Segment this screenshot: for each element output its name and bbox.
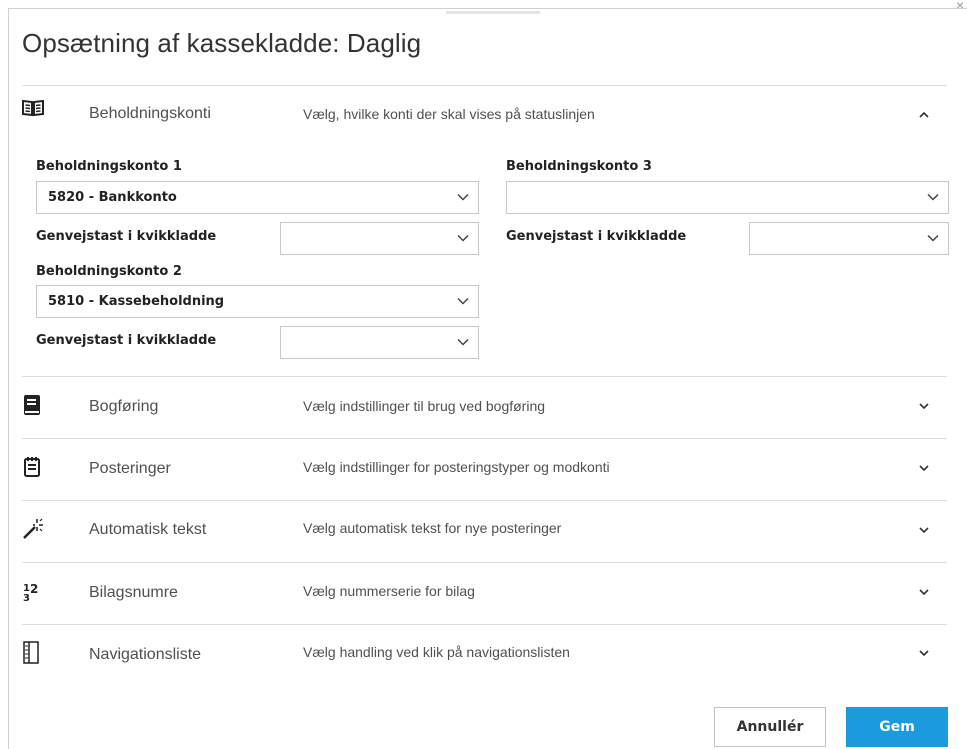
section-posteringer[interactable]: Posteringer Vælg indstillinger for poste… <box>22 452 947 512</box>
chevron-down-icon <box>927 193 939 201</box>
chevron-down-icon <box>457 193 469 201</box>
account3-shortcut-label: Genvejstast i kvikkladde <box>506 229 687 244</box>
divider <box>22 438 947 439</box>
account3-shortcut-select[interactable] <box>749 222 949 255</box>
chevron-down-icon <box>457 338 469 346</box>
drag-handle[interactable] <box>446 11 540 14</box>
list-panel-icon <box>22 641 44 664</box>
numbers-icon: 1 2 3 <box>22 581 44 603</box>
section-navigationsliste[interactable]: Navigationsliste Vælg handling ved klik … <box>22 638 947 698</box>
divider <box>22 85 947 86</box>
section-name: Beholdningskonti <box>89 105 211 122</box>
book-icon <box>22 99 44 121</box>
chevron-down-icon[interactable] <box>917 399 931 413</box>
divider <box>22 624 947 625</box>
account3-select[interactable] <box>506 181 949 214</box>
section-description: Vælg, hvilke konti der skal vises på sta… <box>303 106 595 122</box>
divider <box>22 376 947 377</box>
account3-label: Beholdningskonto 3 <box>506 159 652 174</box>
section-description: Vælg indstillinger for posteringstyper o… <box>303 459 610 475</box>
section-name: Posteringer <box>89 460 171 477</box>
chevron-down-icon <box>927 234 939 242</box>
magic-wand-icon <box>22 518 44 540</box>
account1-label: Beholdningskonto 1 <box>36 159 182 174</box>
account2-select[interactable]: 5810 - Kassebeholdning <box>36 285 479 318</box>
section-automatisk-tekst[interactable]: Automatisk tekst Vælg automatisk tekst f… <box>22 514 947 574</box>
chevron-down-icon[interactable] <box>917 523 931 537</box>
section-name: Navigationsliste <box>89 646 202 663</box>
chevron-down-icon[interactable] <box>917 585 931 599</box>
account2-shortcut-label: Genvejstast i kvikkladde <box>36 333 217 348</box>
notepad-icon <box>22 456 44 478</box>
section-name: Automatisk tekst <box>89 521 207 538</box>
chevron-down-icon[interactable] <box>917 646 931 660</box>
svg-text:2: 2 <box>30 582 38 596</box>
account2-shortcut-select[interactable] <box>280 326 479 359</box>
section-bogforing[interactable]: Bogføring Vælg indstillinger til brug ve… <box>22 390 947 450</box>
section-description: Vælg nummerserie for bilag <box>303 583 475 599</box>
save-button[interactable]: Gem <box>846 707 948 747</box>
account1-shortcut-label: Genvejstast i kvikkladde <box>36 229 217 244</box>
divider <box>22 500 947 501</box>
section-description: Vælg handling ved klik på navigationslis… <box>303 644 570 660</box>
dialog-title: Opsætning af kassekladde: Daglig <box>22 28 422 58</box>
divider <box>22 562 947 563</box>
section-name: Bogføring <box>89 398 159 415</box>
cancel-button[interactable]: Annullér <box>714 707 826 747</box>
section-name: Bilagsnumre <box>89 584 178 601</box>
account2-value: 5810 - Kassebeholdning <box>48 294 225 309</box>
account1-shortcut-select[interactable] <box>280 222 479 255</box>
svg-text:3: 3 <box>23 593 30 603</box>
close-icon[interactable]: × <box>956 0 967 12</box>
section-description: Vælg indstillinger til brug ved bogførin… <box>303 398 546 414</box>
section-bilagsnumre[interactable]: 1 2 3 Bilagsnumre Vælg nummerserie for b… <box>22 576 947 636</box>
account1-select[interactable]: 5820 - Bankkonto <box>36 181 479 214</box>
section-description: Vælg automatisk tekst for nye posteringe… <box>303 520 562 536</box>
chevron-down-icon <box>457 297 469 305</box>
chevron-down-icon <box>457 234 469 242</box>
chevron-up-icon[interactable] <box>917 108 931 122</box>
chevron-down-icon[interactable] <box>917 461 931 475</box>
section-beholdningskonti[interactable]: Beholdningskonti Vælg, hvilke konti der … <box>22 98 947 158</box>
account1-value: 5820 - Bankkonto <box>48 190 177 205</box>
ledger-icon <box>22 394 44 416</box>
account2-label: Beholdningskonto 2 <box>36 264 182 279</box>
